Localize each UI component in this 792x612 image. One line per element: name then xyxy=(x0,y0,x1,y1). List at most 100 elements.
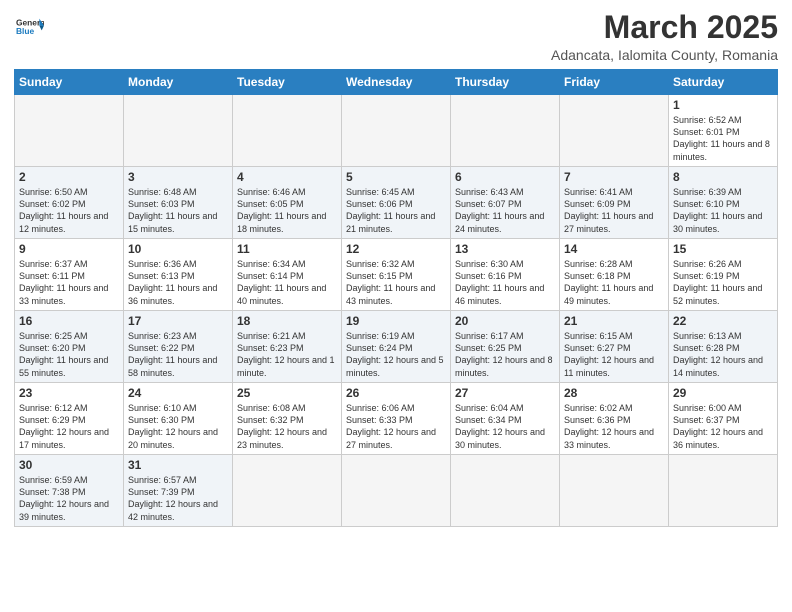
day-number: 1 xyxy=(673,98,773,112)
day-info: Sunrise: 6:02 AM Sunset: 6:36 PM Dayligh… xyxy=(564,402,664,451)
calendar-week-row: 2Sunrise: 6:50 AM Sunset: 6:02 PM Daylig… xyxy=(15,167,778,239)
day-info: Sunrise: 6:52 AM Sunset: 6:01 PM Dayligh… xyxy=(673,114,773,163)
day-info: Sunrise: 6:00 AM Sunset: 6:37 PM Dayligh… xyxy=(673,402,773,451)
day-number: 15 xyxy=(673,242,773,256)
table-row: 14 Sunrise: 6:28 AM Sunset: 6:18 PM Dayli… xyxy=(560,239,669,311)
table-row: 19Sunrise: 6:19 AM Sunset: 6:24 PM Dayli… xyxy=(342,311,451,383)
day-info: Sunrise: 6:08 AM Sunset: 6:32 PM Dayligh… xyxy=(237,402,337,451)
day-info: Sunrise: 6:43 AM Sunset: 6:07 PM Dayligh… xyxy=(455,186,555,235)
day-number: 21 xyxy=(564,314,664,328)
header-friday: Friday xyxy=(560,70,669,95)
table-row xyxy=(560,455,669,527)
logo-area: General Blue xyxy=(14,10,44,47)
table-row xyxy=(233,95,342,167)
table-row: 11 Sunrise: 6:34 AM Sunset: 6:14 PM Dayli… xyxy=(233,239,342,311)
day-number: 30 xyxy=(19,458,119,472)
table-row: 31Sunrise: 6:57 AM Sunset: 7:39 PM Dayli… xyxy=(124,455,233,527)
day-info: Sunrise: 6:34 AM Sunset: 6:14 PM Dayligh… xyxy=(237,258,337,307)
day-number: 20 xyxy=(455,314,555,328)
calendar-week-row: 1 Sunrise: 6:52 AM Sunset: 6:01 PM Daylig… xyxy=(15,95,778,167)
day-info: Sunrise: 6:37 AM Sunset: 6:11 PM Dayligh… xyxy=(19,258,119,307)
header-saturday: Saturday xyxy=(669,70,778,95)
day-info: Sunrise: 6:17 AM Sunset: 6:25 PM Dayligh… xyxy=(455,330,555,379)
day-info: Sunrise: 6:32 AM Sunset: 6:15 PM Dayligh… xyxy=(346,258,446,307)
table-row xyxy=(451,455,560,527)
table-row: 1 Sunrise: 6:52 AM Sunset: 6:01 PM Daylig… xyxy=(669,95,778,167)
day-number: 18 xyxy=(237,314,337,328)
day-info: Sunrise: 6:13 AM Sunset: 6:28 PM Dayligh… xyxy=(673,330,773,379)
day-number: 6 xyxy=(455,170,555,184)
table-row xyxy=(560,95,669,167)
day-number: 4 xyxy=(237,170,337,184)
table-row: 5 Sunrise: 6:45 AM Sunset: 6:06 PM Daylig… xyxy=(342,167,451,239)
day-number: 25 xyxy=(237,386,337,400)
day-number: 23 xyxy=(19,386,119,400)
svg-text:Blue: Blue xyxy=(16,26,34,36)
day-info: Sunrise: 6:15 AM Sunset: 6:27 PM Dayligh… xyxy=(564,330,664,379)
day-info: Sunrise: 6:28 AM Sunset: 6:18 PM Dayligh… xyxy=(564,258,664,307)
table-row: 9 Sunrise: 6:37 AM Sunset: 6:11 PM Daylig… xyxy=(15,239,124,311)
page: General Blue March 2025 Adancata, Ialomi… xyxy=(0,0,792,612)
table-row xyxy=(124,95,233,167)
day-number: 7 xyxy=(564,170,664,184)
table-row: 2Sunrise: 6:50 AM Sunset: 6:02 PM Daylig… xyxy=(15,167,124,239)
day-info: Sunrise: 6:25 AM Sunset: 6:20 PM Dayligh… xyxy=(19,330,119,379)
day-info: Sunrise: 6:59 AM Sunset: 7:38 PM Dayligh… xyxy=(19,474,119,523)
day-number: 2 xyxy=(19,170,119,184)
table-row: 22 Sunrise: 6:13 AM Sunset: 6:28 PM Dayli… xyxy=(669,311,778,383)
day-info: Sunrise: 6:10 AM Sunset: 6:30 PM Dayligh… xyxy=(128,402,228,451)
day-number: 13 xyxy=(455,242,555,256)
table-row: 17 Sunrise: 6:23 AM Sunset: 6:22 PM Dayli… xyxy=(124,311,233,383)
day-number: 3 xyxy=(128,170,228,184)
day-info: Sunrise: 6:04 AM Sunset: 6:34 PM Dayligh… xyxy=(455,402,555,451)
table-row: 30 Sunrise: 6:59 AM Sunset: 7:38 PM Dayli… xyxy=(15,455,124,527)
table-row: 10Sunrise: 6:36 AM Sunset: 6:13 PM Dayli… xyxy=(124,239,233,311)
table-row: 15 Sunrise: 6:26 AM Sunset: 6:19 PM Dayli… xyxy=(669,239,778,311)
day-number: 24 xyxy=(128,386,228,400)
table-row: 26 Sunrise: 6:06 AM Sunset: 6:33 PM Dayli… xyxy=(342,383,451,455)
table-row: 23 Sunrise: 6:12 AM Sunset: 6:29 PM Dayli… xyxy=(15,383,124,455)
table-row xyxy=(233,455,342,527)
table-row xyxy=(669,455,778,527)
table-row: 29Sunrise: 6:00 AM Sunset: 6:37 PM Dayli… xyxy=(669,383,778,455)
calendar-header-row: Sunday Monday Tuesday Wednesday Thursday… xyxy=(15,70,778,95)
day-info: Sunrise: 6:39 AM Sunset: 6:10 PM Dayligh… xyxy=(673,186,773,235)
day-number: 26 xyxy=(346,386,446,400)
day-info: Sunrise: 6:06 AM Sunset: 6:33 PM Dayligh… xyxy=(346,402,446,451)
table-row: 20 Sunrise: 6:17 AM Sunset: 6:25 PM Dayli… xyxy=(451,311,560,383)
day-number: 11 xyxy=(237,242,337,256)
table-row: 27 Sunrise: 6:04 AM Sunset: 6:34 PM Dayli… xyxy=(451,383,560,455)
table-row xyxy=(342,455,451,527)
logo: General Blue xyxy=(14,14,44,47)
header-sunday: Sunday xyxy=(15,70,124,95)
location-subtitle: Adancata, Ialomita County, Romania xyxy=(551,47,778,63)
day-info: Sunrise: 6:30 AM Sunset: 6:16 PM Dayligh… xyxy=(455,258,555,307)
table-row: 28Sunrise: 6:02 AM Sunset: 6:36 PM Dayli… xyxy=(560,383,669,455)
day-number: 22 xyxy=(673,314,773,328)
table-row: 12Sunrise: 6:32 AM Sunset: 6:15 PM Dayli… xyxy=(342,239,451,311)
table-row: 4 Sunrise: 6:46 AM Sunset: 6:05 PM Daylig… xyxy=(233,167,342,239)
month-year-title: March 2025 xyxy=(551,10,778,45)
table-row xyxy=(451,95,560,167)
day-number: 17 xyxy=(128,314,228,328)
table-row xyxy=(342,95,451,167)
table-row: 6 Sunrise: 6:43 AM Sunset: 6:07 PM Daylig… xyxy=(451,167,560,239)
day-info: Sunrise: 6:36 AM Sunset: 6:13 PM Dayligh… xyxy=(128,258,228,307)
day-number: 27 xyxy=(455,386,555,400)
header-thursday: Thursday xyxy=(451,70,560,95)
table-row: 8Sunrise: 6:39 AM Sunset: 6:10 PM Daylig… xyxy=(669,167,778,239)
day-info: Sunrise: 6:26 AM Sunset: 6:19 PM Dayligh… xyxy=(673,258,773,307)
day-number: 31 xyxy=(128,458,228,472)
table-row: 16Sunrise: 6:25 AM Sunset: 6:20 PM Dayli… xyxy=(15,311,124,383)
day-number: 9 xyxy=(19,242,119,256)
day-info: Sunrise: 6:12 AM Sunset: 6:29 PM Dayligh… xyxy=(19,402,119,451)
day-number: 14 xyxy=(564,242,664,256)
day-number: 5 xyxy=(346,170,446,184)
table-row: 24 Sunrise: 6:10 AM Sunset: 6:30 PM Dayli… xyxy=(124,383,233,455)
day-info: Sunrise: 6:45 AM Sunset: 6:06 PM Dayligh… xyxy=(346,186,446,235)
day-info: Sunrise: 6:48 AM Sunset: 6:03 PM Dayligh… xyxy=(128,186,228,235)
day-info: Sunrise: 6:46 AM Sunset: 6:05 PM Dayligh… xyxy=(237,186,337,235)
table-row: 13 Sunrise: 6:30 AM Sunset: 6:16 PM Dayli… xyxy=(451,239,560,311)
day-info: Sunrise: 6:23 AM Sunset: 6:22 PM Dayligh… xyxy=(128,330,228,379)
day-info: Sunrise: 6:41 AM Sunset: 6:09 PM Dayligh… xyxy=(564,186,664,235)
